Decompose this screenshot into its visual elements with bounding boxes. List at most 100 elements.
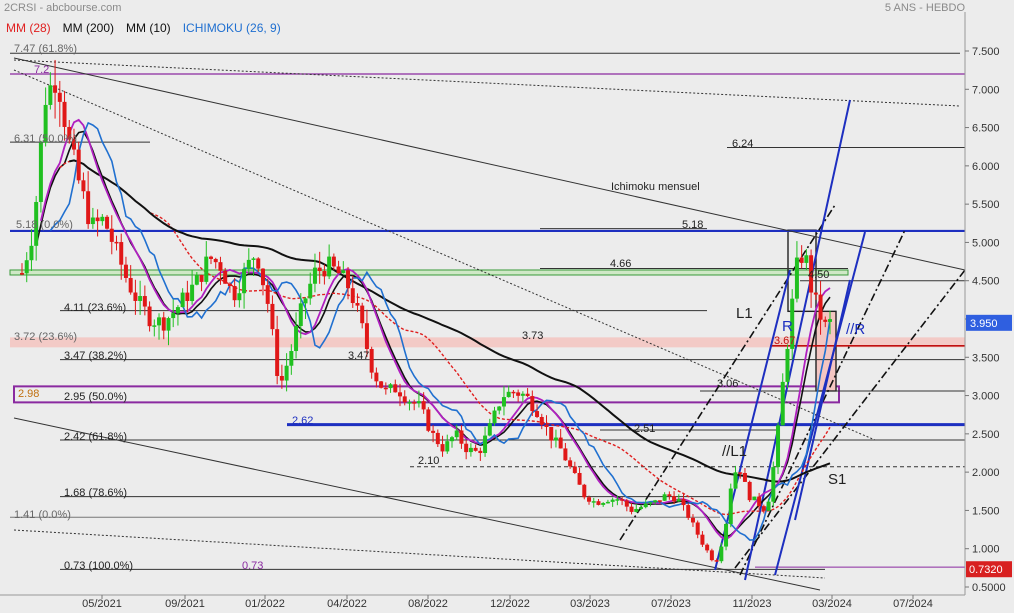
candle-body xyxy=(714,560,719,562)
candle-body xyxy=(133,292,138,301)
candle-body xyxy=(828,319,832,322)
candle-body xyxy=(379,381,384,388)
candle-body xyxy=(256,258,261,269)
chart-annotation: L1 xyxy=(736,305,753,322)
candle-body xyxy=(317,267,322,272)
last-price-label: 3.950 xyxy=(970,318,998,330)
candle-body xyxy=(20,273,24,275)
candle-body xyxy=(81,180,86,192)
candle-body xyxy=(497,406,502,411)
time-tick-label: 03/2023 xyxy=(570,598,610,610)
level-label: 3.06 xyxy=(717,378,738,390)
level-label: 5.18 (0.0%) xyxy=(16,219,73,231)
level-label: 2.42 (61.8%) xyxy=(64,431,127,443)
candle-body xyxy=(501,397,506,407)
candle-body xyxy=(572,466,577,473)
candle-body xyxy=(38,142,43,202)
candle-body xyxy=(412,402,417,404)
trend-line xyxy=(734,269,966,569)
candle-body xyxy=(525,393,530,397)
candle-body xyxy=(440,444,445,452)
trend-line xyxy=(13,57,966,271)
candle-body xyxy=(322,271,327,277)
candle-body xyxy=(780,381,785,426)
candle-body xyxy=(553,437,558,441)
candle-body xyxy=(105,216,110,229)
candle-body xyxy=(383,387,388,390)
candle-body xyxy=(265,285,270,304)
candle-body xyxy=(449,437,454,442)
level-label: 4.11 (23.6%) xyxy=(64,302,126,314)
candle-body xyxy=(227,283,232,286)
candle-body xyxy=(742,473,747,482)
candle-body xyxy=(638,507,643,509)
price-tick-label: 1.500 xyxy=(972,505,1000,517)
level-label: 2.10 xyxy=(418,455,439,467)
candle-body xyxy=(771,467,776,502)
candle-body xyxy=(29,245,34,261)
candle-body xyxy=(147,306,152,327)
candle-body xyxy=(738,472,743,474)
candle-body xyxy=(199,274,204,282)
price-tick-label: 2.500 xyxy=(972,429,1000,441)
candle-body xyxy=(355,303,360,306)
candle-body xyxy=(445,441,450,452)
time-tick-label: 01/2022 xyxy=(245,598,285,610)
candle-body xyxy=(724,523,729,547)
candle-body xyxy=(128,277,133,293)
price-tick-label: 6.500 xyxy=(972,123,1000,135)
candle-body xyxy=(100,216,105,222)
candle-body xyxy=(275,329,280,376)
candle-body xyxy=(464,443,469,453)
price-chart[interactable]: 7.47 (61.8%) 7.2 6.31 (50.0%) 6.24 5.18 5.18 … xyxy=(0,0,1014,613)
candle-body xyxy=(86,191,91,225)
candle-body xyxy=(90,217,95,225)
candle-body xyxy=(506,391,511,398)
candle-body xyxy=(341,270,346,274)
candle-body xyxy=(388,384,393,389)
candle-body xyxy=(246,259,251,269)
candle-body xyxy=(468,447,473,453)
candle-body xyxy=(426,409,431,431)
candle-body xyxy=(260,268,265,286)
mm200-line xyxy=(69,159,831,483)
candle-body xyxy=(549,427,554,441)
candle-body xyxy=(662,494,667,501)
candle-body xyxy=(114,241,119,244)
time-tick-label: 07/2024 xyxy=(893,598,933,610)
candle-body xyxy=(213,258,218,263)
candle-body xyxy=(615,499,620,501)
candle-body xyxy=(331,256,336,267)
candle-body xyxy=(308,283,313,299)
candle-body xyxy=(752,496,757,501)
candle-body xyxy=(242,268,247,294)
level-label: 3.47 (38.2%) xyxy=(64,350,127,362)
candle-body xyxy=(204,256,209,282)
candle-body xyxy=(312,267,317,284)
candle-body xyxy=(686,505,691,518)
candle-body xyxy=(690,517,695,523)
candle-body xyxy=(48,85,53,105)
candle-body xyxy=(761,506,766,511)
candle-body xyxy=(634,508,639,512)
level-label: 3.47 xyxy=(348,350,369,362)
time-tick-label: 03/2024 xyxy=(812,598,852,610)
candle-body xyxy=(194,274,199,285)
candle-body xyxy=(298,303,303,327)
candle-body xyxy=(62,101,67,127)
candle-body xyxy=(511,391,516,394)
level-label: 1.68 (78.6%) xyxy=(64,487,127,499)
candle-body xyxy=(157,317,162,326)
candle-body xyxy=(818,294,823,320)
level-label: 7.2 xyxy=(34,64,49,76)
candle-body xyxy=(232,285,237,301)
candle-body xyxy=(587,497,592,502)
candle-body xyxy=(624,500,629,507)
candle-body xyxy=(539,417,544,425)
candle-body xyxy=(284,365,289,381)
candle-body xyxy=(142,296,147,307)
candle-body xyxy=(435,432,440,445)
chart-annotation: //R xyxy=(846,321,865,338)
candle-body xyxy=(757,496,762,507)
price-tick-label: 6.000 xyxy=(972,161,1000,173)
